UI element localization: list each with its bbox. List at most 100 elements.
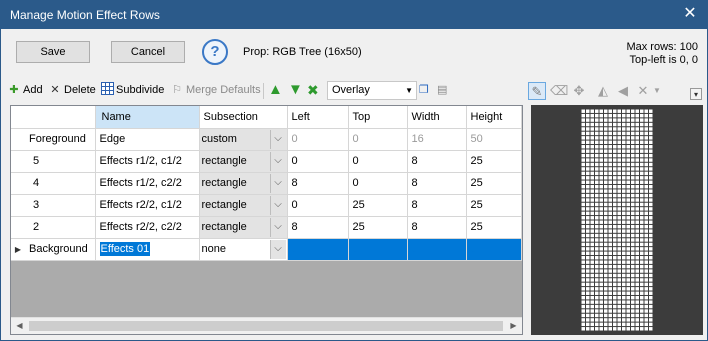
pixel-cell[interactable] <box>640 207 644 211</box>
pixel-cell[interactable] <box>649 327 653 331</box>
pixel-cell[interactable] <box>626 224 631 229</box>
pixel-cell[interactable] <box>581 158 586 162</box>
pixel-cell[interactable] <box>626 318 631 322</box>
top-cell[interactable]: 0 <box>348 150 408 173</box>
pixel-cell[interactable] <box>622 122 626 127</box>
pixel-cell[interactable] <box>604 136 608 140</box>
pixel-cell[interactable] <box>590 260 595 264</box>
pixel-cell[interactable] <box>622 309 626 313</box>
pixel-cell[interactable] <box>631 229 635 233</box>
height-cell[interactable]: 25 <box>466 194 522 217</box>
pixel-cell[interactable] <box>635 211 640 216</box>
pixel-cell[interactable] <box>586 127 590 131</box>
pixel-cell[interactable] <box>617 113 622 118</box>
pixel-cell[interactable] <box>640 211 644 216</box>
pixel-cell[interactable] <box>613 224 617 229</box>
pixel-cell[interactable] <box>640 180 644 184</box>
pixel-cell[interactable] <box>595 145 599 149</box>
pixel-cell[interactable] <box>635 233 640 238</box>
pixel-cell[interactable] <box>590 189 595 193</box>
pixel-cell[interactable] <box>595 153 599 158</box>
pixel-cell[interactable] <box>599 184 604 189</box>
pixel-cell[interactable] <box>617 189 622 193</box>
pixel-cell[interactable] <box>604 149 608 153</box>
pixel-cell[interactable] <box>626 242 631 247</box>
pixel-cell[interactable] <box>613 184 617 189</box>
pixel-cell[interactable] <box>604 304 608 309</box>
pixel-cell[interactable] <box>590 202 595 207</box>
pixel-cell[interactable] <box>613 180 617 184</box>
pixel-cell[interactable] <box>622 247 626 251</box>
pixel-cell[interactable] <box>617 229 622 233</box>
paste-icon[interactable]: ▤ <box>437 80 447 102</box>
pixel-cell[interactable] <box>617 269 622 273</box>
name-cell-editing[interactable]: Effects 01 <box>95 238 200 261</box>
pixel-cell[interactable] <box>604 327 608 331</box>
pixel-cell[interactable] <box>604 278 608 282</box>
pixel-cell[interactable] <box>590 251 595 256</box>
pixel-cell[interactable] <box>613 211 617 216</box>
pixel-cell[interactable] <box>631 309 635 313</box>
pixel-cell[interactable] <box>631 287 635 291</box>
pixel-cell[interactable] <box>622 251 626 256</box>
pixel-cell[interactable] <box>649 216 653 220</box>
pixel-cell[interactable] <box>626 184 631 189</box>
pixel-cell[interactable] <box>640 304 644 309</box>
pixel-cell[interactable] <box>581 113 586 118</box>
pixel-cell[interactable] <box>613 136 617 140</box>
pixel-cell[interactable] <box>635 220 640 224</box>
pixel-cell[interactable] <box>640 224 644 229</box>
row-header[interactable]: 4 <box>11 172 96 195</box>
row-header[interactable]: 2 <box>11 216 96 239</box>
pixel-cell[interactable] <box>608 180 613 184</box>
pixel-cell[interactable] <box>649 158 653 162</box>
pixel-cell[interactable] <box>586 158 590 162</box>
pixel-cell[interactable] <box>581 109 586 113</box>
pixel-cell[interactable] <box>586 189 590 193</box>
pixel-cell[interactable] <box>649 145 653 149</box>
pixel-cell[interactable] <box>586 176 590 180</box>
pixel-cell[interactable] <box>608 295 613 300</box>
pixel-cell[interactable] <box>599 247 604 251</box>
pixel-cell[interactable] <box>599 300 604 304</box>
table-row[interactable]: 4 Effects r1/2, c2/2 rectangle ⌵ 8 0 8 25 <box>11 172 522 195</box>
pixel-cell[interactable] <box>586 149 590 153</box>
pixel-cell[interactable] <box>626 113 631 118</box>
pixel-cell[interactable] <box>617 122 622 127</box>
pixel-cell[interactable] <box>649 291 653 295</box>
pixel-cell[interactable] <box>613 162 617 167</box>
pixel-cell[interactable] <box>595 269 599 273</box>
pixel-cell[interactable] <box>586 273 590 278</box>
pixel-cell[interactable] <box>599 287 604 291</box>
pixel-cell[interactable] <box>635 176 640 180</box>
pixel-cell[interactable] <box>595 327 599 331</box>
pixel-cell[interactable] <box>626 251 631 256</box>
pixel-cell[interactable] <box>644 327 649 331</box>
pixel-cell[interactable] <box>595 184 599 189</box>
pixel-cell[interactable] <box>622 256 626 260</box>
eraser-icon[interactable]: ⌫ <box>550 82 568 100</box>
pixel-cell[interactable] <box>626 136 631 140</box>
column-header-name[interactable]: Name <box>95 106 200 129</box>
pixel-cell[interactable] <box>595 322 599 327</box>
pixel-cell[interactable] <box>631 162 635 167</box>
pixel-cell[interactable] <box>631 291 635 295</box>
pixel-cell[interactable] <box>608 300 613 304</box>
pixel-cell[interactable] <box>631 140 635 145</box>
pixel-cell[interactable] <box>649 109 653 113</box>
pixel-cell[interactable] <box>581 202 586 207</box>
pixel-cell[interactable] <box>626 229 631 233</box>
pixel-cell[interactable] <box>590 278 595 282</box>
pixel-cell[interactable] <box>635 295 640 300</box>
name-cell[interactable]: Effects r2/2, c2/2 <box>95 216 200 239</box>
pixel-cell[interactable] <box>617 300 622 304</box>
pixel-cell[interactable] <box>613 149 617 153</box>
pixel-cell[interactable] <box>586 211 590 216</box>
pixel-cell[interactable] <box>613 229 617 233</box>
pixel-cell[interactable] <box>631 327 635 331</box>
pixel-cell[interactable] <box>631 167 635 171</box>
pixel-cell[interactable] <box>604 118 608 122</box>
pixel-cell[interactable] <box>581 207 586 211</box>
pixel-cell[interactable] <box>617 109 622 113</box>
pixel-cell[interactable] <box>608 238 613 242</box>
